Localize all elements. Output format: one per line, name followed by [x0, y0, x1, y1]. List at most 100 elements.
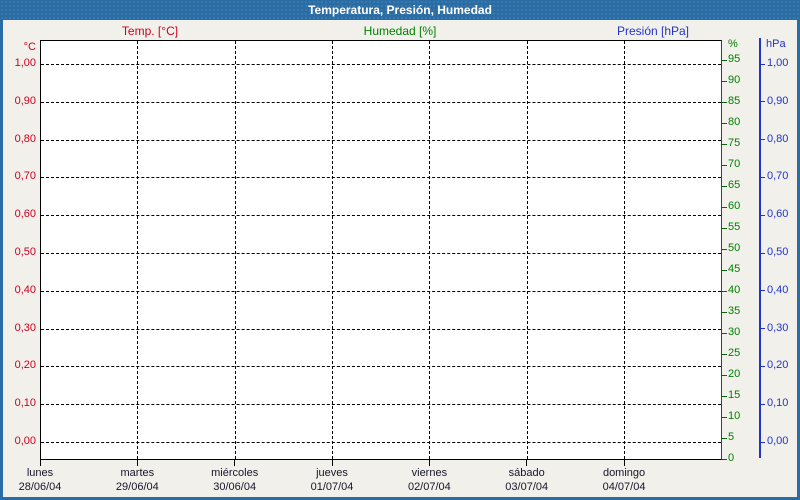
temp-axis-tick-label: 0,80	[14, 132, 36, 145]
window-title: Temperatura, Presión, Humedad	[308, 3, 492, 17]
temp-axis-tick-label: 0,30	[14, 321, 36, 334]
pressure-axis-tick	[761, 328, 765, 330]
pressure-axis-tick	[761, 176, 765, 178]
pressure-axis-tick	[761, 365, 765, 367]
window-titlebar[interactable]: Temperatura, Presión, Humedad	[0, 0, 800, 20]
day-date-label: 30/06/04	[213, 481, 257, 493]
day-name-label: jueves	[316, 467, 348, 479]
humidity-axis-tick	[722, 164, 727, 166]
temp-axis-tick-label: 0,60	[14, 208, 36, 221]
h-gridline	[41, 328, 721, 330]
h-gridline	[41, 177, 721, 179]
temp-axis-tick-label: 0,00	[14, 435, 36, 447]
humidity-axis-tick	[722, 122, 727, 124]
pressure-axis-tick-label: 0,50	[767, 246, 789, 258]
humidity-axis-tick	[722, 269, 727, 271]
humidity-axis-tick-label: 45	[728, 263, 741, 275]
pressure-axis-tick	[761, 252, 765, 254]
humidity-axis-tick	[722, 59, 727, 61]
temp-axis-tick-label: 0,10	[14, 397, 36, 410]
temp-axis-tick-label: 0,90	[14, 94, 36, 107]
humidity-axis-tick	[722, 311, 727, 313]
pressure-axis-tick-label: 0,30	[767, 321, 789, 334]
pressure-axis-tick	[761, 139, 765, 141]
h-gridline	[41, 253, 721, 254]
humidity-axis-tick	[722, 206, 727, 208]
humidity-axis-tick-label: 70	[728, 158, 741, 170]
humidity-axis-tick	[722, 416, 727, 418]
humidity-axis-tick-label: 85	[728, 95, 741, 107]
v-gridline	[526, 41, 528, 459]
humidity-axis-tick	[722, 374, 727, 376]
day-name-label: martes	[120, 467, 155, 479]
pressure-axis-tick-label: 0,10	[767, 397, 789, 410]
day-name-label: domingo	[602, 467, 646, 479]
h-gridline	[41, 101, 721, 103]
humidity-axis-tick	[722, 332, 727, 334]
humidity-axis-tick	[722, 395, 727, 397]
h-gridline	[41, 442, 721, 443]
h-gridline	[41, 404, 721, 406]
pressure-axis-tick	[761, 403, 765, 405]
pressure-axis-tick-label: 0,90	[767, 94, 789, 107]
v-gridline	[332, 41, 334, 459]
humidity-axis-tick	[722, 458, 727, 460]
h-gridline	[41, 290, 721, 292]
v-gridline	[429, 41, 431, 459]
pressure-axis-tick-label: 0,00	[767, 435, 789, 447]
legend-pressure: Presión [hPa]	[616, 24, 690, 38]
humidity-axis-tick	[722, 143, 727, 145]
v-gridline	[234, 41, 236, 459]
temp-axis-tick-label: 0,20	[14, 359, 36, 372]
pressure-axis-tick-label: 0,80	[767, 132, 789, 145]
humidity-axis-tick-label: 95	[728, 53, 741, 65]
day-date-label: 28/06/04	[18, 481, 62, 493]
h-gridline	[41, 139, 721, 141]
v-gridline	[624, 41, 626, 459]
pressure-axis-tick-label: 0,60	[767, 208, 789, 221]
legend-humidity: Humedad [%]	[363, 24, 437, 38]
humidity-axis-tick-label: 20	[728, 368, 741, 380]
temp-axis-tick-label: 0,70	[14, 170, 36, 183]
temp-axis-tick-label: 0,40	[14, 283, 36, 296]
pressure-axis-tick	[761, 441, 765, 443]
day-date-label: 01/07/04	[310, 481, 354, 493]
humidity-axis-tick-label: 55	[728, 221, 741, 233]
pressure-axis-unit: hPa	[766, 38, 786, 50]
humidity-axis-tick-label: 65	[728, 179, 741, 191]
humidity-axis-tick-label: 35	[728, 305, 741, 317]
humidity-axis-tick	[722, 80, 727, 82]
day-date-label: 02/07/04	[407, 481, 451, 493]
pressure-axis-tick-label: 0,70	[767, 170, 789, 183]
pressure-axis-tick-label: 0,20	[767, 359, 789, 372]
v-gridline	[137, 41, 139, 459]
temp-axis-tick-label: 0,50	[14, 246, 36, 258]
humidity-axis-tick	[722, 185, 727, 187]
humidity-axis-tick-label: 30	[728, 326, 741, 338]
pressure-axis-tick	[761, 101, 765, 103]
humidity-axis-tick-label: 50	[728, 242, 741, 254]
humidity-axis-tick	[722, 290, 727, 292]
humidity-axis-tick-label: 80	[728, 116, 741, 128]
humidity-axis-tick-label: 0	[728, 452, 735, 464]
day-date-label: 04/07/04	[602, 481, 646, 493]
humidity-axis-tick	[722, 353, 727, 355]
pressure-axis-tick-label: 1,00	[767, 57, 789, 69]
temp-axis-unit: °C	[23, 41, 36, 53]
h-gridline	[41, 64, 721, 65]
plot-area	[40, 40, 722, 460]
humidity-axis-tick-label: 25	[728, 347, 741, 359]
humidity-axis-unit: %	[728, 38, 738, 50]
humidity-axis-tick-label: 90	[728, 74, 741, 86]
humidity-axis-tick	[722, 227, 727, 229]
humidity-axis-tick	[722, 248, 727, 250]
pressure-axis-tick-label: 0,40	[767, 283, 789, 296]
day-date-label: 03/07/04	[505, 481, 549, 493]
pressure-axis-tick	[761, 214, 765, 216]
humidity-axis-tick-label: 5	[728, 431, 735, 443]
humidity-axis-tick	[722, 101, 727, 103]
temp-axis-tick-label: 1,00	[14, 57, 36, 69]
pressure-axis-tick	[761, 63, 765, 65]
humidity-axis-tick-label: 75	[728, 137, 741, 149]
humidity-axis-tick-label: 10	[728, 410, 741, 422]
